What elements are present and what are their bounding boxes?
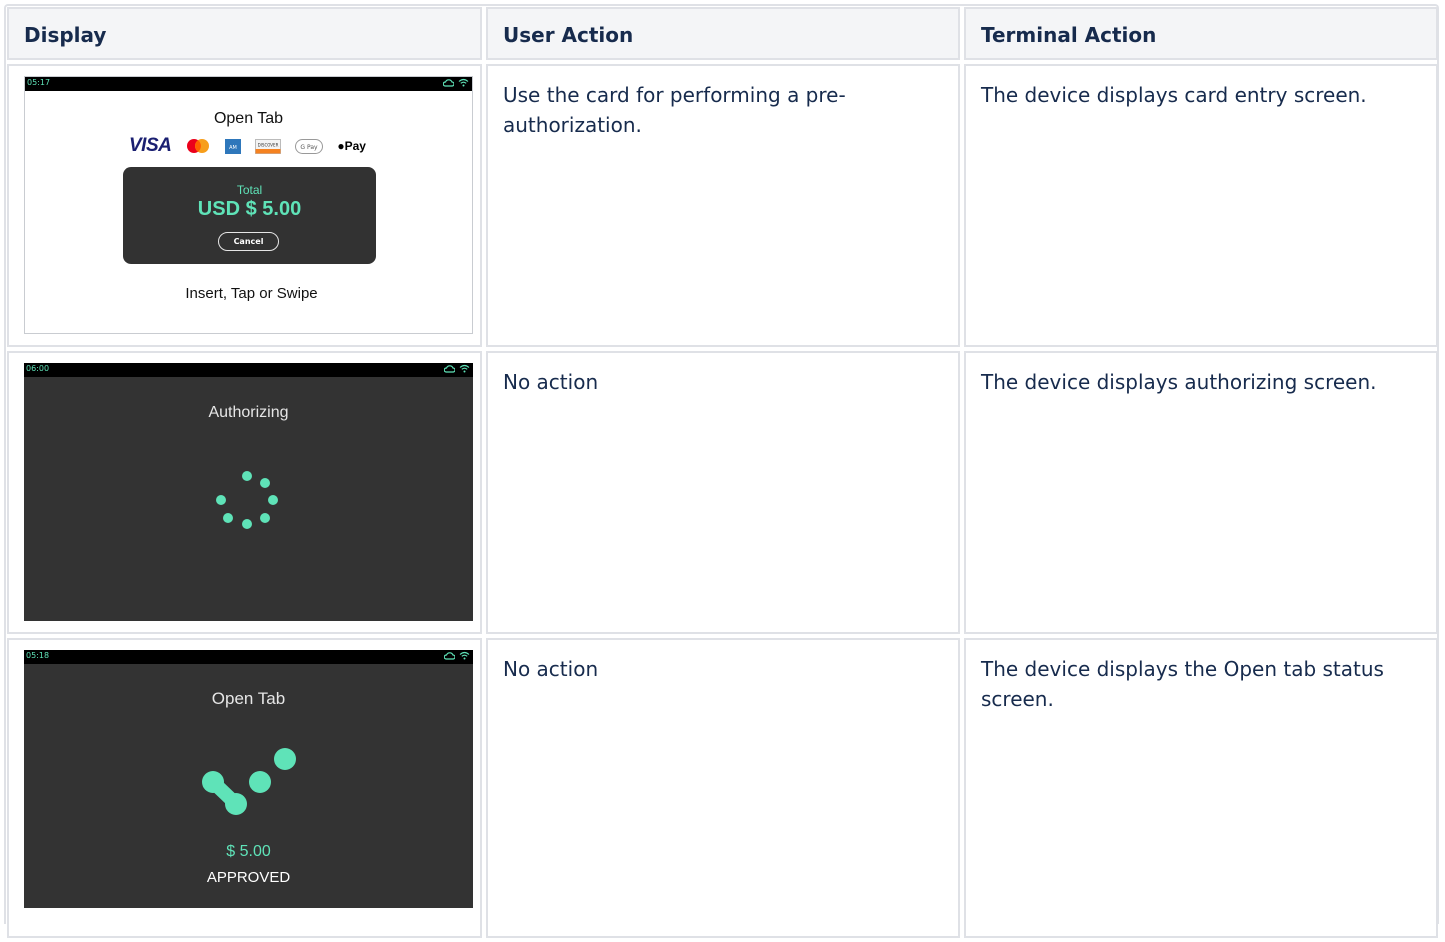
cloud-icon <box>443 79 454 87</box>
card-prompt: Insert, Tap or Swipe <box>185 285 318 302</box>
mastercard-icon <box>187 139 210 153</box>
user-action-cell: Use the card for performing a pre-author… <box>486 64 960 347</box>
card-entry-screen: 05:17 Open Tab VISA AM DISCOVER G Pay ●P… <box>24 76 473 334</box>
user-action-cell: No action <box>486 351 960 634</box>
authorizing-screen: 06:00 Authorizing <box>24 363 473 621</box>
cancel-button[interactable]: Cancel <box>218 232 279 251</box>
display-cell: 05:18 Open Tab $ 5.00 APPROVED <box>7 638 482 938</box>
open-tab-status-screen: 05:18 Open Tab $ 5.00 APPROVED <box>24 650 473 908</box>
table-header-row: Display User Action Terminal Action <box>7 7 1438 60</box>
apple-pay-text: Pay <box>344 139 366 153</box>
wifi-icon <box>458 78 469 87</box>
card-logos: VISA AM DISCOVER G Pay ●Pay <box>129 135 366 157</box>
terminal-action-cell: The device displays authorizing screen. <box>964 351 1438 634</box>
header-user-action: User Action <box>486 7 960 60</box>
total-panel: Total USD $ 5.00 Cancel <box>123 167 376 264</box>
approved-amount: $ 5.00 <box>226 843 271 860</box>
display-cell: 06:00 Authorizing <box>7 351 482 634</box>
total-amount: USD $ 5.00 <box>197 198 302 220</box>
terminal-action-cell: The device displays card entry screen. <box>964 64 1438 347</box>
status-bar: 05:17 <box>25 77 472 91</box>
total-label: Total <box>236 183 263 197</box>
table-row: 06:00 Authorizing No action The device d… <box>7 351 1438 634</box>
header-terminal-action: Terminal Action <box>964 7 1438 60</box>
user-action-cell: No action <box>486 638 960 938</box>
status-time: 05:17 <box>27 78 51 87</box>
amex-icon: AM <box>225 138 242 154</box>
discover-text: DISCOVER <box>258 142 279 147</box>
visa-logo: VISA <box>129 135 172 156</box>
discover-icon: DISCOVER <box>255 138 282 154</box>
table-row: 05:17 Open Tab VISA AM DISCOVER G Pay ●P… <box>7 64 1438 347</box>
table-row: 05:18 Open Tab $ 5.00 APPROVED No action… <box>7 638 1438 938</box>
procedure-table: Display User Action Terminal Action 05:1… <box>3 3 1442 942</box>
screen-title: Open Tab <box>213 110 284 127</box>
svg-text:AM: AM <box>229 145 237 151</box>
header-display: Display <box>7 7 482 60</box>
apple-pay-logo: ●Pay <box>337 139 366 153</box>
terminal-action-cell: The device displays the Open tab status … <box>964 638 1438 938</box>
loading-spinner-icon <box>216 471 278 529</box>
gpay-text: G Pay <box>301 144 319 151</box>
google-pay-icon: G Pay <box>295 138 324 154</box>
display-cell: 05:17 Open Tab VISA AM DISCOVER G Pay ●P… <box>7 64 482 347</box>
approved-status: APPROVED <box>206 869 291 886</box>
